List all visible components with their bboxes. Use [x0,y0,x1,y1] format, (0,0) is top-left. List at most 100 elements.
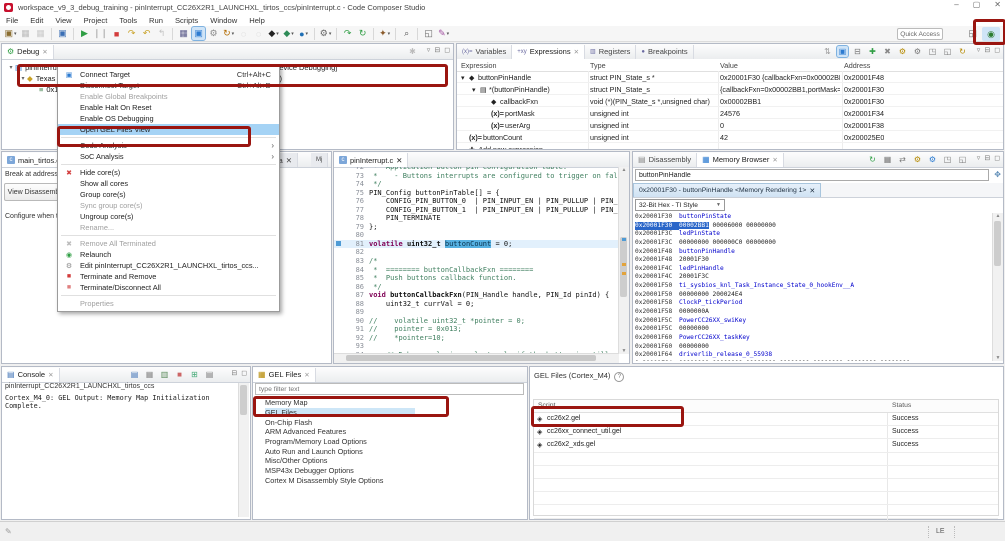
quick-access-button[interactable]: Quick Access [897,28,943,40]
search-icon[interactable]: ⌕ [400,27,413,40]
trace-forward-icon[interactable]: ↷ [341,27,354,40]
tab-pininterrupt-c[interactable]: c pinInterrupt.c ✕ [334,153,408,167]
connect-target-icon[interactable]: ▣ [192,27,205,40]
tab-memory-browser[interactable]: ▦Memory Browser✕ [697,153,784,167]
close-button[interactable]: ✕ [994,0,1001,9]
expression-row[interactable]: ✚Add new expression [457,143,1003,149]
column-header-type[interactable]: Type [590,61,606,70]
memory-row[interactable]: 0x20001F3000002BB1 00006000 00000000 [635,222,992,231]
memory-go-icon[interactable]: ✥ [994,170,1001,179]
expressions-toolbar-icon[interactable]: ✚ [867,46,878,57]
memory-toolbar-icon[interactable]: ▦ [882,154,893,165]
expressions-toolbar-icon[interactable]: ⚙ [897,46,908,57]
expression-row[interactable]: ▾◆buttonPinHandlestruct PIN_State_s *0x2… [457,71,1003,83]
target-config-icon[interactable]: ▣ [56,27,69,40]
gel-tree-item-auto-run-and-launch-options[interactable]: Auto Run and Launch Options [265,446,525,456]
expressions-toolbar-icon[interactable]: ◳ [927,46,938,57]
memory-row[interactable]: 0x20001F3C00000000 000000C0 00000000 [635,239,992,248]
flash-icon[interactable]: ◆▾ [267,27,280,40]
tree-expander-icon[interactable]: ▾ [7,64,15,71]
memory-toolbar-icon[interactable]: ↻ [867,154,878,165]
tab-variables[interactable]: (x)=Variables [457,45,512,59]
terminate-icon[interactable]: ■ [110,27,123,40]
save-all-icon[interactable]: ▦ [34,27,47,40]
save-icon[interactable]: ▦ [19,27,32,40]
gel-script-row[interactable]: ◈cc26x2_xds.gelSuccess [534,439,998,452]
menu-item-group-core-s[interactable]: Group core(s) [58,189,279,200]
menu-item-hide-core-s[interactable]: ✖Hide core(s) [58,167,279,178]
profile-icon[interactable]: ●▾ [297,27,310,40]
wrench-icon[interactable]: ⚙ [207,27,220,40]
memory-grid[interactable]: 0x20001F30buttonPinState0x20001F3000002B… [635,213,992,361]
restart-icon[interactable]: ↻▾ [222,27,235,40]
console-toolbar-icon[interactable]: ⊞ [189,369,200,380]
gear-icon[interactable]: ⚙▾ [319,27,332,40]
close-icon[interactable]: ✕ [286,156,292,165]
memory-row[interactable]: 0x20001F6400000000 00000000 00000000 000… [635,360,992,361]
menu-run[interactable]: Run [143,16,169,25]
suspend-icon[interactable]: ❙❙ [93,27,108,40]
menu-help[interactable]: Help [243,16,271,25]
highlight-tool-icon[interactable]: ✎▾ [437,27,450,40]
minimize-button[interactable]: – [954,0,958,9]
maximize-view-icon[interactable]: ◻ [994,46,1000,54]
expressions-toolbar-icon[interactable]: ◱ [942,46,953,57]
expression-row[interactable]: ◆callbackFxnvoid (*)(PIN_State_s *,unsig… [457,95,1003,107]
memory-row[interactable]: 0x20001F5CPowerCC26XX_swiKey [635,317,992,326]
column-header-value[interactable]: Value [720,61,738,70]
minimize-view-icon[interactable]: ⊟ [984,154,990,162]
memory-toolbar-icon[interactable]: ◱ [957,154,968,165]
memory-row[interactable]: 0x20001F48buttonPinHandle [635,248,992,257]
console-scrollbar[interactable] [238,383,249,517]
build-icon[interactable]: ✦▾ [378,27,391,40]
tree-expander-icon[interactable]: ▾ [472,85,476,94]
gel-tree-item-arm-advanced-features[interactable]: ARM Advanced Features [265,427,525,437]
tab-expressions[interactable]: +xyExpressions✕ [512,45,585,59]
expressions-toolbar-icon[interactable]: ⇅ [822,46,833,57]
console-toolbar-icon[interactable]: ■ [174,369,185,380]
close-icon[interactable]: ✕ [304,371,309,379]
minimize-view-icon[interactable]: ⊟ [434,46,440,54]
close-icon[interactable]: ✕ [42,48,47,56]
memory-row[interactable]: 0x20001F64driverlib_release_0_55938 [635,351,992,360]
gel-script-row[interactable]: ◈cc26xx_connect_util.gelSuccess [534,426,998,439]
close-icon[interactable]: ✕ [772,156,777,164]
tab-debug[interactable]: ⚙ Debug ✕ [2,45,54,59]
expressions-toolbar-icon[interactable]: ⊟ [852,46,863,57]
minimize-view-icon[interactable]: ⊟ [231,369,237,377]
memory-row[interactable]: 0x20001F50ti_sysbios_knl_Task_Instance_S… [635,282,992,291]
step-into-icon[interactable]: ↷ [125,27,138,40]
gel-filter-input[interactable] [255,383,524,395]
memory-row[interactable]: 0x20001F4820001F30 [635,256,992,265]
asm-step-into-icon[interactable]: ◌ [237,27,250,40]
memory-format-select[interactable]: 32-Bit Hex - TI Style ▼ [635,199,725,211]
view-menu-icon[interactable]: ▿ [977,154,981,162]
gel-tree-item-misc-other-options[interactable]: Misc/Other Options [265,456,525,466]
memory-row[interactable]: 0x20001F6000000000 [635,343,992,352]
memory-row[interactable]: 0x20001F58ClockP_tickPeriod [635,299,992,308]
tab-gel-files[interactable]: ▦ GEL Files ✕ [253,368,316,382]
tab-console[interactable]: ▤ Console ✕ [2,368,60,382]
close-icon[interactable]: ✕ [48,371,53,379]
view-menu-icon[interactable]: ▿ [427,46,431,54]
tab-disassembly[interactable]: ▤Disassembly [633,153,697,167]
help-icon[interactable]: ? [614,372,624,382]
gel-tree-item-program-memory-load-options[interactable]: Program/Memory Load Options [265,437,525,447]
menu-item-terminate-and-remove[interactable]: ■Terminate and Remove [58,271,279,282]
close-icon[interactable]: ✕ [574,48,579,56]
memory-vertical-scrollbar[interactable]: ▲▼ [992,213,1003,361]
tab-registers[interactable]: ▥Registers [585,45,636,59]
console-toolbar-icon[interactable]: ▦ [144,369,155,380]
memory-toolbar-icon[interactable]: ⇄ [897,154,908,165]
menu-file[interactable]: File [0,16,24,25]
memory-row[interactable]: 0x20001F3CledPinState [635,230,992,239]
column-header-expression[interactable]: Expression [461,61,497,70]
gel-tree-item-on-chip-flash[interactable]: On-Chip Flash [265,417,525,427]
expression-row[interactable]: (x)=userArgunsigned int00x20001F38 [457,119,1003,131]
tree-expander-icon[interactable]: ▾ [461,73,465,82]
memory-row[interactable]: 0x20001F60PowerCC26XX_taskKey [635,334,992,343]
menu-view[interactable]: View [49,16,77,25]
maximize-view-icon[interactable]: ◻ [444,46,450,54]
editor-horizontal-scrollbar[interactable] [334,353,619,363]
menu-project[interactable]: Project [78,16,114,25]
